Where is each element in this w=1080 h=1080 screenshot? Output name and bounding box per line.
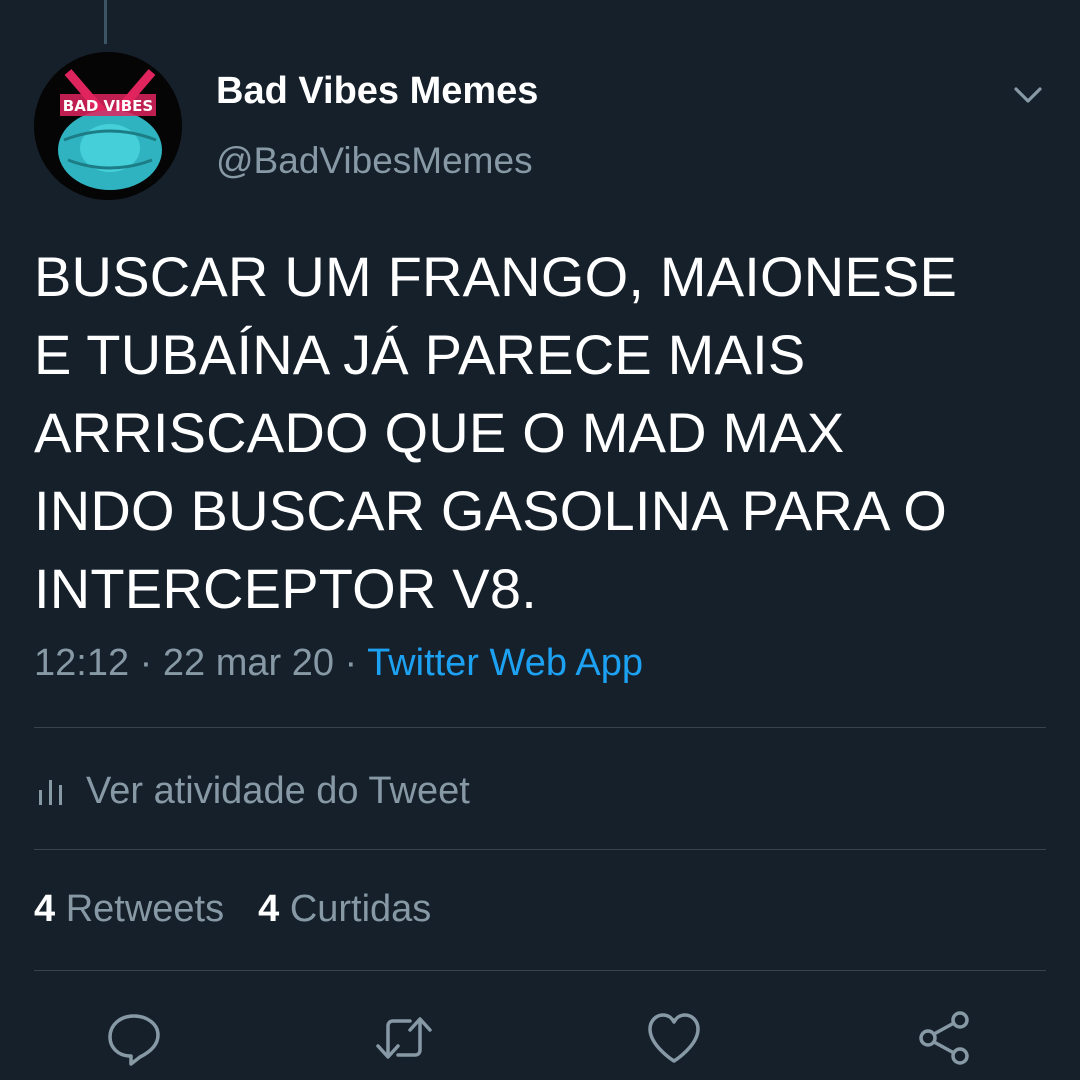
meta-separator: ·: [139, 642, 153, 684]
tweet-stats: 4 Retweets 4 Curtidas: [34, 888, 465, 931]
avatar-image: BAD VIBES: [34, 52, 182, 200]
author-display-name[interactable]: Bad Vibes Memes: [216, 70, 538, 113]
likes-label: Curtidas: [289, 888, 432, 930]
tweet-text-line: ARRISCADO QUE O MAD MAX: [34, 401, 845, 464]
retweets-label: Retweets: [65, 888, 225, 930]
tweet-text-line: INDO BUSCAR GASOLINA PARA O: [34, 479, 948, 542]
likes-count: 4: [258, 888, 280, 930]
divider: [34, 970, 1046, 971]
avatar[interactable]: BAD VIBES: [34, 52, 182, 200]
tweet-text-line: BUSCAR UM FRANGO, MAIONESE: [34, 245, 958, 308]
tweet-activity-label: Ver atividade do Tweet: [86, 769, 470, 812]
tweet-date[interactable]: 22 mar 20: [163, 642, 334, 684]
author-handle[interactable]: @BadVibesMemes: [216, 140, 533, 182]
tweet-text-line: E TUBAÍNA JÁ PARECE MAIS: [34, 323, 806, 386]
thread-connector-line: [104, 0, 107, 44]
divider: [34, 849, 1046, 850]
reply-icon[interactable]: [104, 1008, 164, 1068]
tweet-meta: 12:12 · 22 mar 20 · Twitter Web App: [34, 642, 643, 685]
retweets-count: 4: [34, 888, 56, 930]
meta-separator: ·: [344, 642, 358, 684]
tweet-activity-button[interactable]: Ver atividade do Tweet: [34, 764, 470, 818]
tweet-header: BAD VIBES Bad Vibes Memes @BadVibesMemes: [34, 52, 1046, 202]
heart-icon[interactable]: [644, 1008, 704, 1068]
retweets-stat[interactable]: 4 Retweets: [34, 888, 224, 931]
bar-chart-icon: [39, 780, 62, 805]
tweet-action-bar: [0, 1008, 1080, 1072]
tweet-time[interactable]: 12:12: [34, 642, 129, 684]
chevron-down-icon[interactable]: [1010, 76, 1046, 112]
retweet-icon[interactable]: [374, 1008, 434, 1068]
share-icon[interactable]: [914, 1008, 974, 1068]
tweet-text-line: INTERCEPTOR V8.: [34, 557, 537, 620]
tweet-source-link[interactable]: Twitter Web App: [367, 642, 643, 684]
tweet-text: BUSCAR UM FRANGO, MAIONESE E TUBAÍNA JÁ …: [34, 238, 1034, 628]
divider: [34, 727, 1046, 728]
likes-stat[interactable]: 4 Curtidas: [258, 888, 431, 931]
avatar-banner-text: BAD VIBES: [63, 97, 153, 115]
